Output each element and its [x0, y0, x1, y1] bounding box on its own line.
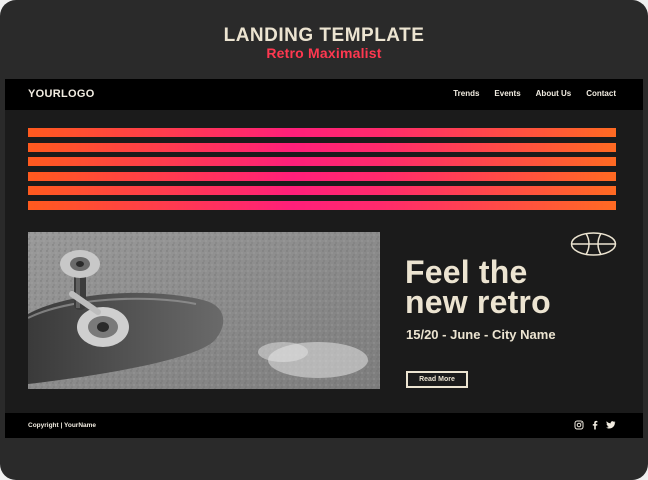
- template-subtitle: Retro Maximalist: [266, 45, 382, 61]
- landing-page-preview: YOURLOGO Trends Events About Us Contact: [5, 79, 643, 438]
- stripe: [28, 157, 616, 167]
- facebook-icon[interactable]: [590, 420, 600, 430]
- copyright-text: Copyright | YourName: [28, 422, 97, 429]
- stripe: [28, 186, 616, 196]
- nav-links: Trends Events About Us Contact: [453, 89, 616, 98]
- social-links: [574, 420, 616, 430]
- nav-link-about-us[interactable]: About Us: [536, 89, 572, 98]
- stripe: [28, 171, 616, 181]
- hero-title: Feel the new retro: [405, 254, 551, 320]
- template-card: LANDING TEMPLATE Retro Maximalist YOURLO…: [0, 0, 648, 480]
- read-more-button[interactable]: Read More: [406, 371, 468, 388]
- nav-link-trends[interactable]: Trends: [453, 89, 479, 98]
- twitter-icon[interactable]: [606, 420, 616, 430]
- instagram-icon[interactable]: [574, 420, 584, 430]
- navbar: YOURLOGO Trends Events About Us Contact: [5, 79, 643, 110]
- stripe: [28, 142, 616, 152]
- nav-link-contact[interactable]: Contact: [586, 89, 616, 98]
- event-date: 15/20 - June - City Name: [406, 327, 556, 342]
- ball-icon: [570, 232, 617, 256]
- logo[interactable]: YOURLOGO: [28, 88, 95, 100]
- stripe: [28, 128, 616, 137]
- skateboard-photo: [28, 232, 380, 389]
- nav-link-events[interactable]: Events: [494, 89, 520, 98]
- template-title: LANDING TEMPLATE: [223, 25, 425, 46]
- retro-stripes: [28, 128, 616, 216]
- stripe: [28, 200, 616, 210]
- hero-image: [28, 232, 380, 389]
- footer: Copyright | YourName: [5, 413, 643, 438]
